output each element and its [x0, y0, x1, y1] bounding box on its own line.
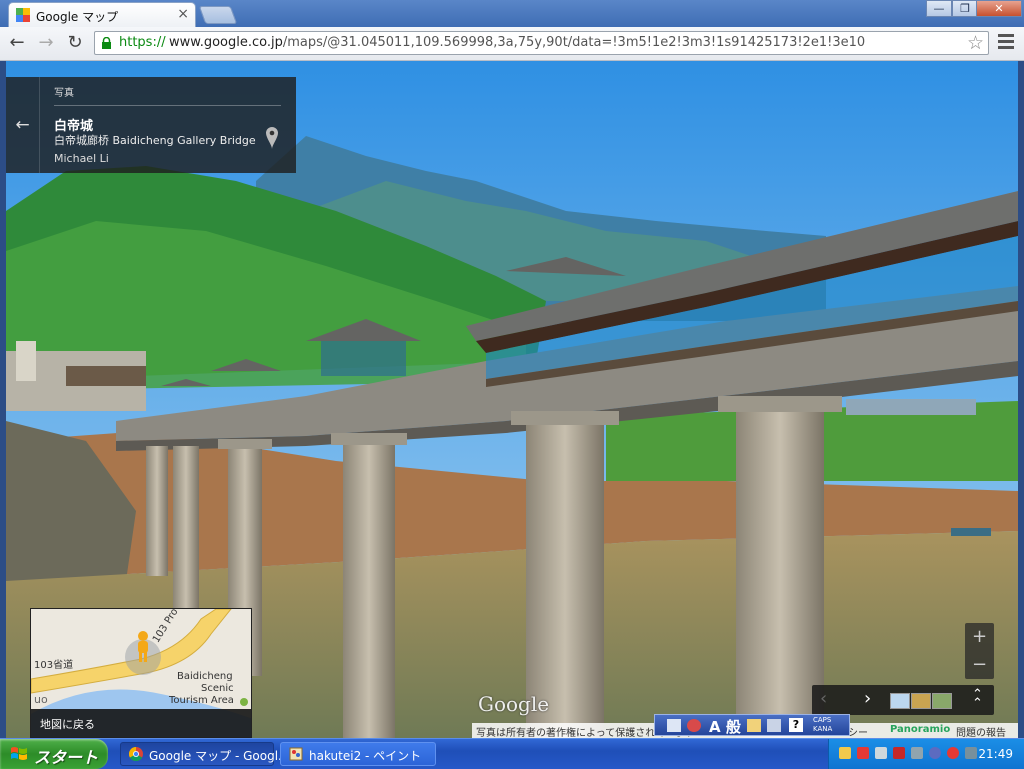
taskbar-item-label: hakutei2 - ペイント	[309, 749, 422, 763]
network-icon[interactable]	[857, 747, 869, 759]
zoom-control: + −	[965, 623, 994, 679]
volume-icon[interactable]	[875, 747, 887, 759]
thumbnail-3[interactable]	[932, 693, 952, 709]
tab-close-icon[interactable]: ×	[177, 6, 189, 22]
google-maps-favicon-icon	[16, 8, 30, 22]
zoom-out-button[interactable]: −	[965, 651, 994, 679]
window-titlebar: Google マップ × — ❐ ✕	[0, 0, 1024, 27]
zoom-in-button[interactable]: +	[965, 623, 994, 651]
bookmark-star-icon[interactable]: ☆	[967, 32, 984, 54]
url-host: www.google.co.jp	[169, 35, 283, 50]
chrome-menu-icon[interactable]	[998, 34, 1014, 52]
ime-language-bar: A 般 ? CAPS KANA	[654, 714, 850, 736]
browser-tab-google-maps[interactable]: Google マップ ×	[8, 2, 196, 27]
panoramio-logo[interactable]: Panoramio	[890, 724, 950, 735]
caps-indicator: CAPS	[813, 716, 832, 724]
system-clock[interactable]: 21:49	[978, 747, 1013, 761]
info-divider	[54, 105, 281, 106]
photo-filmstrip: ‹ › ⌃ ⌃	[812, 685, 994, 715]
ime-dictionary-icon[interactable]	[687, 719, 701, 732]
url-path: /maps/@31.045011,109.569998,3a,75y,90t/d…	[282, 35, 866, 50]
tray-app2-icon[interactable]	[929, 747, 941, 759]
antivirus-icon[interactable]	[893, 747, 905, 759]
start-label: スタート	[34, 748, 99, 767]
previous-photo-icon[interactable]: ‹	[820, 688, 827, 709]
ime-input-mode[interactable]: A 般	[709, 716, 741, 737]
forward-button[interactable]: →	[35, 32, 57, 54]
place-label-line3: Tourism Area	[169, 695, 234, 706]
ime-caps-kana: CAPS KANA	[813, 716, 832, 734]
tray-app3-icon[interactable]	[947, 747, 959, 759]
reload-button[interactable]: ↻	[64, 32, 86, 54]
privacy-link[interactable]: シー	[848, 724, 868, 739]
minimize-button[interactable]: —	[926, 0, 952, 17]
back-to-map-link[interactable]: 地図に戻る	[40, 716, 95, 732]
road-label-103: 103省道	[34, 660, 74, 671]
kana-indicator: KANA	[813, 725, 833, 733]
back-arrow-icon[interactable]: ←	[6, 77, 40, 173]
windows-flag-icon	[11, 747, 27, 760]
maximize-button[interactable]: ❐	[952, 0, 978, 17]
start-button[interactable]: スタート	[0, 739, 108, 769]
tab-title: Google マップ	[36, 10, 119, 24]
close-window-button[interactable]: ✕	[976, 0, 1022, 17]
browser-toolbar: ← → ↻ https:// www.google.co.jp/maps/@31…	[0, 27, 1024, 61]
photo-title: 白帝城廊桥 Baidicheng Gallery Bridge	[54, 134, 256, 147]
system-tray: 21:49	[828, 739, 1024, 769]
next-photo-icon[interactable]: ›	[864, 688, 871, 709]
thumbnail-2[interactable]	[911, 693, 931, 709]
map-pin-icon[interactable]	[265, 127, 279, 149]
ime-pad-icon[interactable]	[767, 719, 781, 732]
paint-icon	[289, 747, 303, 761]
ime-help-icon[interactable]: ?	[789, 718, 803, 732]
place-label-line2: Scenic	[201, 683, 234, 694]
ime-keyboard-icon[interactable]	[667, 719, 681, 732]
taskbar-item-paint[interactable]: hakutei2 - ペイント	[280, 742, 436, 766]
report-problem-link[interactable]: 問題の報告	[956, 724, 1006, 739]
ime-tool-icon[interactable]	[747, 719, 761, 732]
photo-info-panel: ← 写真 白帝城 白帝城廊桥 Baidicheng Gallery Bridge…	[6, 77, 296, 173]
address-bar[interactable]: https:// www.google.co.jp/maps/@31.04501…	[94, 31, 989, 55]
tray-app4-icon[interactable]	[965, 747, 977, 759]
windows-taskbar: スタート Google マップ - Googl... hakutei2 - ペイ…	[0, 738, 1024, 769]
back-to-map-bar[interactable]: 地図に戻る	[31, 709, 251, 737]
map-corner-label: uo	[34, 693, 48, 706]
taskbar-item-label: Google マップ - Googl...	[149, 749, 290, 763]
thumbnail-1[interactable]	[890, 693, 910, 709]
photo-author[interactable]: Michael Li	[54, 152, 109, 165]
google-watermark: Google	[478, 692, 550, 716]
url-scheme: https://	[119, 35, 166, 50]
tray-app-icon[interactable]	[911, 747, 923, 759]
place-label-line1: Baidicheng	[177, 671, 233, 682]
chrome-icon	[129, 747, 143, 761]
back-button[interactable]: ←	[6, 32, 28, 54]
expand-filmstrip-icon[interactable]: ⌃ ⌃	[972, 688, 983, 710]
photo-type-label: 写真	[54, 88, 74, 99]
new-tab-button[interactable]	[198, 6, 238, 24]
url-text: www.google.co.jp/maps/@31.045011,109.569…	[169, 35, 865, 50]
mini-map[interactable]: 103省道 103 Provin Baidicheng Scenic Touri…	[30, 608, 252, 738]
lock-icon	[102, 37, 111, 49]
taskbar-item-chrome[interactable]: Google マップ - Googl...	[120, 742, 289, 766]
security-shield-icon[interactable]	[839, 747, 851, 759]
